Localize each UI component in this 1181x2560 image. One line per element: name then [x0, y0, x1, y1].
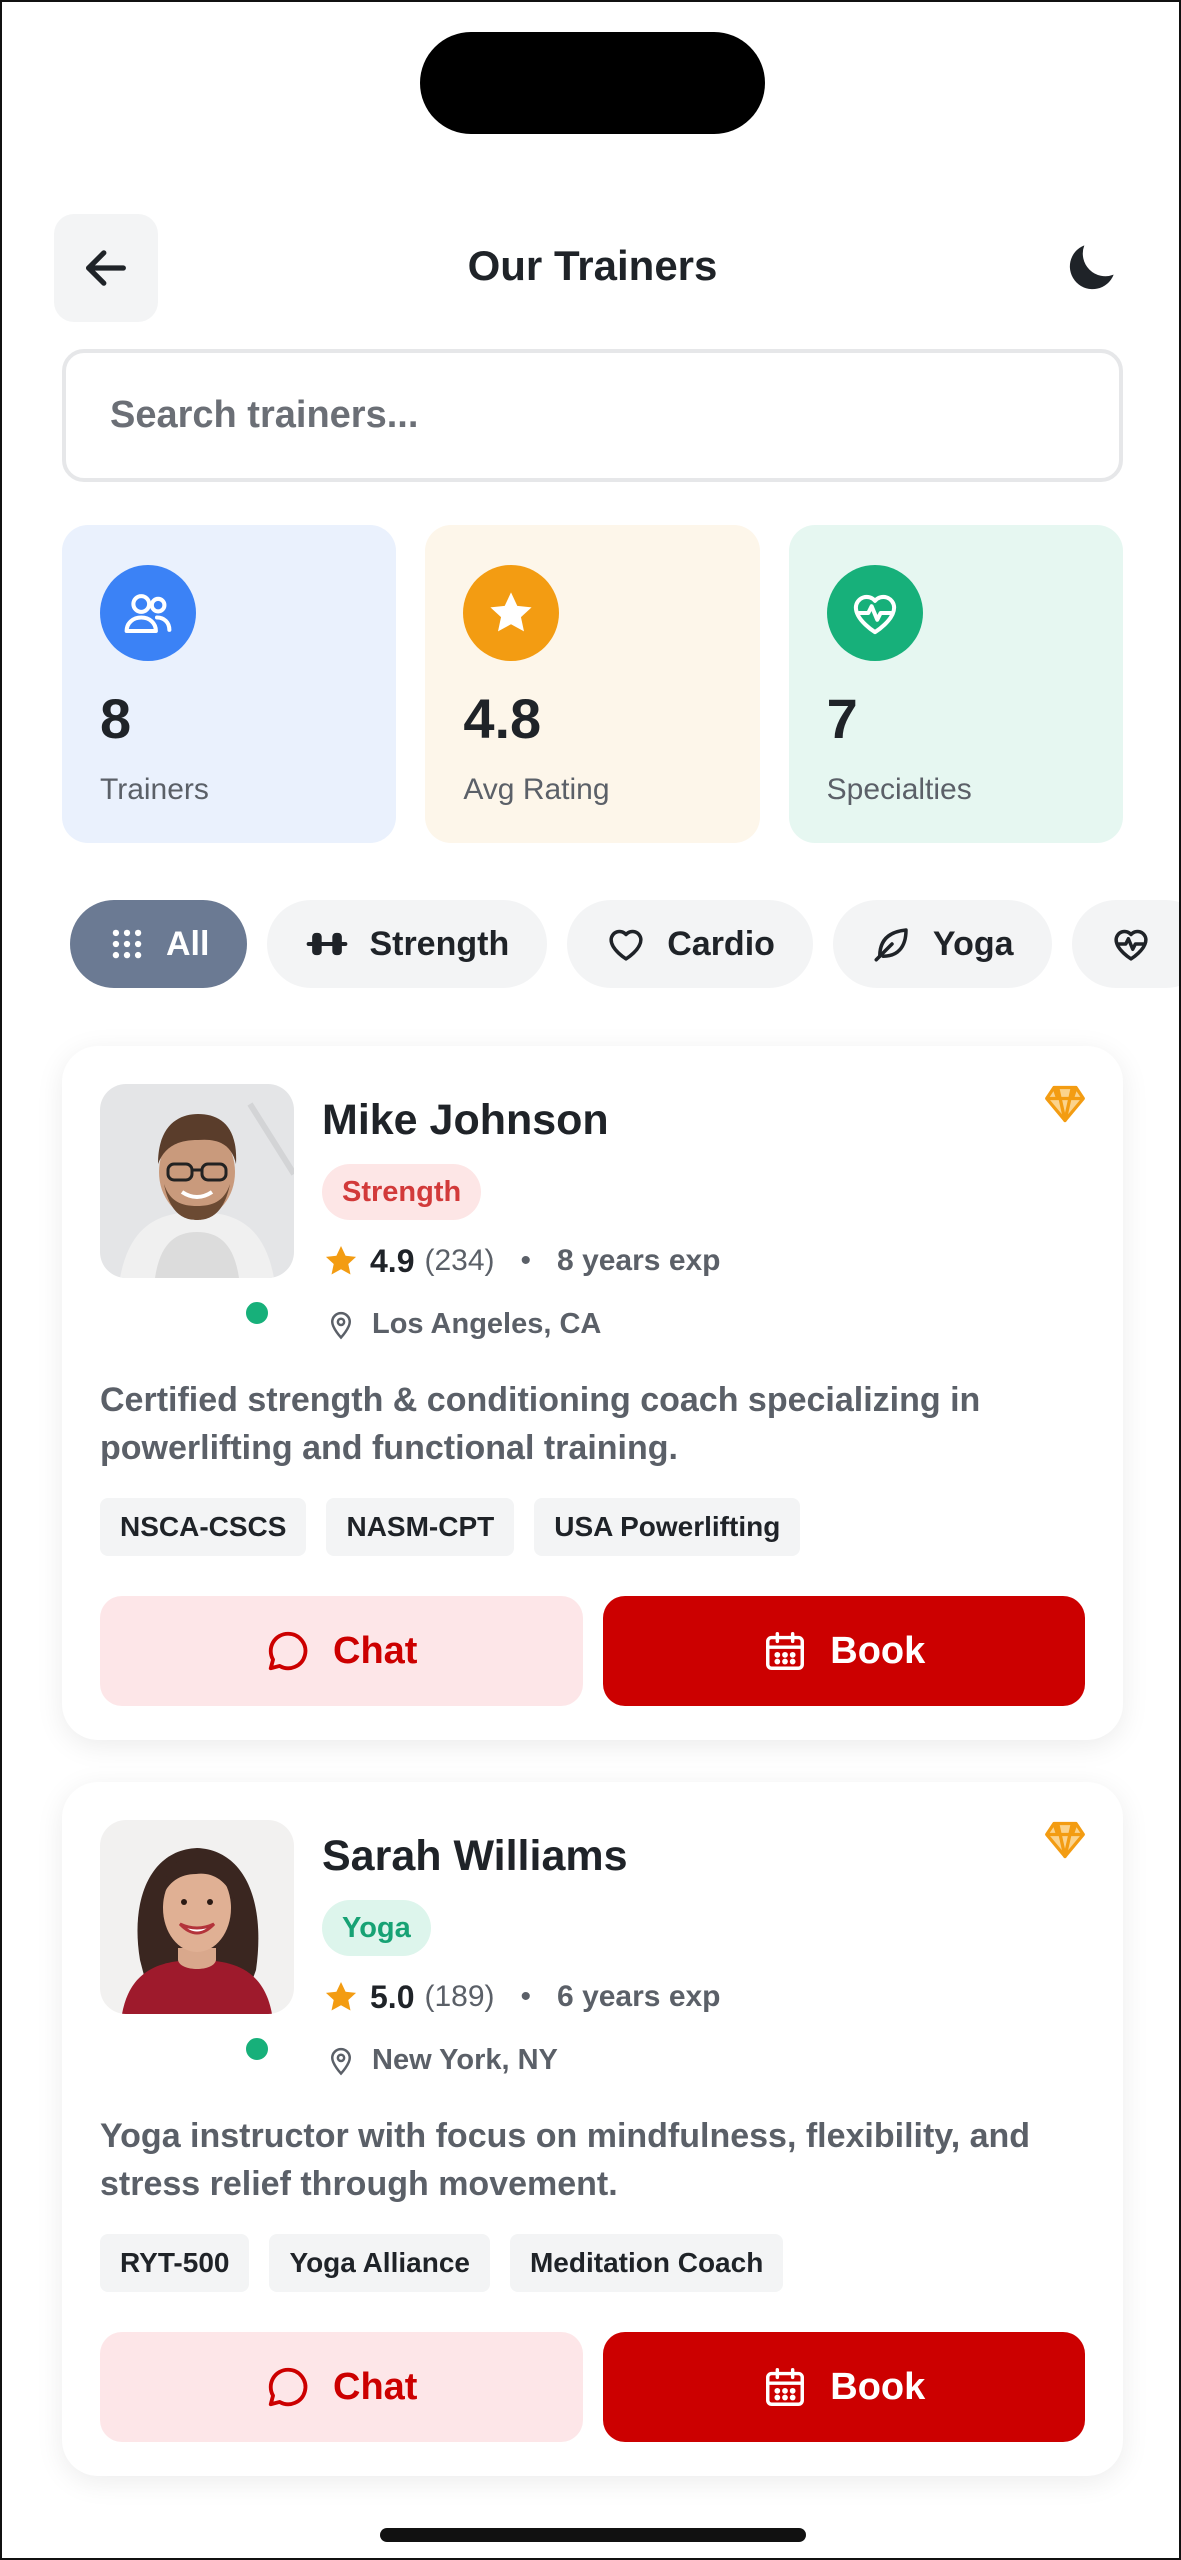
filter-chip-more[interactable]: [1071, 900, 1179, 988]
certification-tag: Yoga Alliance: [269, 2234, 490, 2292]
certification-tag: Meditation Coach: [509, 2234, 784, 2292]
separator-dot: •: [520, 1244, 532, 1277]
phone-frame: Our Trainers 8 Trainers 4.8 Avg Rating: [0, 0, 1181, 2560]
trainer-card[interactable]: Sarah Williams Yoga 5.0 (189) • 6 years …: [62, 1782, 1123, 2476]
filter-chip-yoga[interactable]: Yoga: [832, 900, 1052, 988]
trainer-name: Sarah Williams: [322, 1832, 628, 1880]
review-count: (189): [424, 1980, 495, 2013]
chat-button-label: Chat: [333, 2365, 418, 2408]
leaf-icon: [874, 928, 908, 962]
header: Our Trainers: [54, 214, 1131, 322]
trainer-bio: Certified strength & conditioning coach …: [100, 1381, 981, 1467]
stat-value: 4.8: [463, 687, 542, 750]
dynamic-island: [420, 32, 765, 134]
stat-value: 8: [100, 687, 132, 750]
chat-bubble-icon: [268, 1631, 308, 1671]
home-indicator[interactable]: [380, 2528, 806, 2542]
certifications: NSCA-CSCS NASM-CPT USA Powerlifting: [100, 1498, 801, 1556]
specialty-badge: Strength: [322, 1164, 482, 1220]
certification-tag: NASM-CPT: [326, 1498, 515, 1556]
filter-chip-strength[interactable]: Strength: [267, 900, 548, 988]
heart-pulse-icon: [1113, 929, 1148, 961]
certification-tag: USA Powerlifting: [534, 1498, 801, 1556]
filter-chip-label: Cardio: [667, 924, 775, 963]
trainer-photo: [100, 1820, 294, 2014]
stat-card-specialties: 7 Specialties: [788, 525, 1123, 843]
heart-icon: [609, 929, 643, 961]
filter-chip-label: Yoga: [932, 924, 1014, 963]
filter-chip-label: Strength: [369, 924, 510, 963]
chat-button[interactable]: Chat: [100, 1596, 583, 1706]
star-icon: [325, 1245, 357, 1275]
map-pin-icon: [330, 1311, 352, 1339]
heart-pulse-icon: [826, 565, 923, 661]
stat-label: Specialties: [826, 773, 972, 806]
online-status-dot: [240, 1296, 274, 1330]
experience: 8 years exp: [557, 1244, 721, 1277]
filter-chip-label: All: [166, 924, 210, 963]
grid-icon: [112, 929, 142, 959]
rating-value: 4.9: [370, 1242, 415, 1279]
location-text: New York, NY: [372, 2044, 558, 2076]
stat-value: 7: [826, 687, 858, 750]
dumbbell-icon: [307, 932, 348, 956]
search-box[interactable]: [62, 349, 1123, 482]
calendar-icon: [766, 2368, 805, 2406]
theme-toggle-button[interactable]: [1051, 228, 1131, 308]
search-input[interactable]: [110, 394, 1119, 437]
trainer-photo: [100, 1084, 294, 1278]
stat-card-rating: 4.8 Avg Rating: [425, 525, 760, 843]
stat-label: Avg Rating: [463, 773, 610, 806]
chat-bubble-icon: [268, 2367, 308, 2407]
experience: 6 years exp: [557, 1980, 721, 2013]
stats-row: 8 Trainers 4.8 Avg Rating 7 Specialties: [62, 525, 1123, 843]
certification-tag: NSCA-CSCS: [100, 1498, 307, 1556]
certification-tag: RYT-500: [100, 2234, 250, 2292]
filter-chip-all[interactable]: All: [70, 900, 248, 988]
card-actions: Chat Book: [100, 2332, 1085, 2442]
diamond-icon: [1045, 1085, 1085, 1123]
rating-value: 5.0: [370, 1978, 415, 2015]
separator-dot: •: [520, 1980, 532, 2013]
rating-row: 5.0 (189) • 6 years exp: [322, 1978, 721, 2016]
specialty-badge: Yoga: [322, 1900, 431, 1956]
chat-button[interactable]: Chat: [100, 2332, 583, 2442]
book-button[interactable]: Book: [602, 1596, 1085, 1706]
certifications: RYT-500 Yoga Alliance Meditation Coach: [100, 2234, 784, 2292]
filter-chip-cardio[interactable]: Cardio: [567, 900, 813, 988]
location-row: Los Angeles, CA: [326, 1308, 601, 1341]
calendar-icon: [766, 1632, 805, 1670]
location-text: Los Angeles, CA: [372, 1308, 602, 1340]
stat-label: Trainers: [100, 773, 209, 806]
users-icon: [100, 565, 196, 661]
book-button[interactable]: Book: [602, 2332, 1085, 2442]
card-actions: Chat Book: [100, 1596, 1085, 1706]
stat-card-trainers: 8 Trainers: [62, 525, 397, 843]
book-button-label: Book: [830, 2365, 926, 2408]
moon-icon: [1069, 245, 1114, 290]
star-icon: [325, 1981, 357, 2011]
rating-row: 4.9 (234) • 8 years exp: [322, 1242, 721, 1280]
page-title: Our Trainers: [467, 242, 718, 289]
chat-button-label: Chat: [333, 1629, 418, 1672]
star-icon: [463, 565, 560, 661]
review-count: (234): [424, 1244, 495, 1277]
trainer-bio: Yoga instructor with focus on mindfulnes…: [100, 2117, 1031, 2203]
filter-chips: All Strength Cardio Yoga: [70, 900, 1179, 988]
book-button-label: Book: [830, 1629, 926, 1672]
location-row: New York, NY: [326, 2044, 558, 2077]
online-status-dot: [240, 2032, 274, 2066]
map-pin-icon: [330, 2047, 352, 2075]
trainer-card[interactable]: Mike Johnson Strength 4.9 (234) • 8 year…: [62, 1046, 1123, 1740]
trainer-name: Mike Johnson: [322, 1096, 609, 1144]
diamond-icon: [1045, 1821, 1085, 1859]
